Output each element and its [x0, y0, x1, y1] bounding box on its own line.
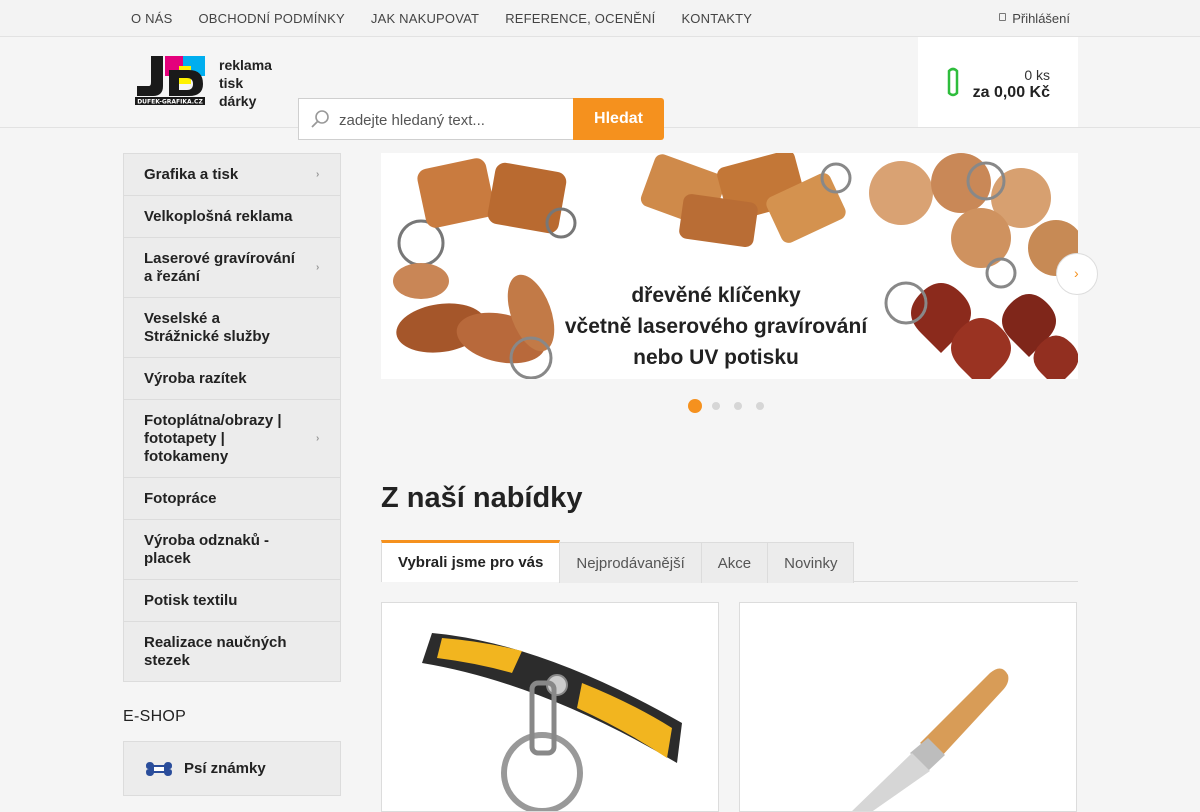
category-label: Výroba odznaků - placek	[144, 532, 270, 567]
slider-dots	[688, 399, 778, 413]
sidebar: Grafika a tisk › Velkoplošná reklama Lase…	[123, 153, 341, 796]
logo[interactable]: DUFEK-GRAFIKA.CZ reklama tisk dárky	[135, 56, 285, 110]
logo-small-text: DUFEK-GRAFIKA.CZ	[137, 99, 203, 106]
category-label: Realizace naučných stezek	[144, 634, 287, 669]
banner-line-3: nebo UV potisku	[633, 346, 799, 369]
nav-link-kontakty[interactable]: KONTAKTY	[668, 11, 765, 26]
cart-widget[interactable]: 0 ks za 0,00 Kč	[918, 37, 1078, 127]
tab-novinky[interactable]: Novinky	[767, 542, 855, 583]
category-velkoplosna-reklama[interactable]: Velkoplošná reklama	[124, 196, 340, 238]
chevron-right-icon: ›	[1074, 265, 1079, 281]
chevron-right-icon: ›	[316, 432, 320, 444]
search-form: Hledat	[298, 98, 664, 140]
logo-line-1: reklama	[219, 57, 272, 73]
category-label: Veselské a Strážnické služby	[144, 310, 270, 345]
category-label: Fotoplátna/obrazy | fototapety | fotokam…	[144, 412, 282, 465]
cart-count: 0 ks	[1024, 67, 1050, 83]
category-label: Výroba razítek	[144, 370, 247, 387]
category-list: Grafika a tisk › Velkoplošná reklama Lase…	[123, 153, 341, 682]
product-card[interactable]	[739, 602, 1077, 812]
category-label: Fotopráce	[144, 490, 217, 507]
eshop-item-psi-znamky[interactable]: Psí známky	[123, 741, 341, 796]
category-label: Laserové gravírování a řezání	[144, 250, 295, 285]
category-label: Velkoplošná reklama	[144, 208, 293, 225]
login-label: Přihlášení	[1012, 10, 1070, 26]
category-laserove-gravirovani[interactable]: Laserové gravírování a řezání ›	[124, 238, 340, 298]
tab-vybrali-jsme[interactable]: Vybrali jsme pro vás	[381, 540, 561, 582]
search-box	[298, 98, 574, 140]
nav-link-jak-nakupovat[interactable]: JAK NAKUPOVAT	[358, 11, 492, 26]
logo-line-2: tisk	[219, 75, 244, 91]
category-grafika-a-tisk[interactable]: Grafika a tisk ›	[124, 154, 340, 196]
slider-dot-2[interactable]	[712, 402, 720, 410]
chevron-right-icon: ›	[316, 261, 320, 273]
category-veselske-sluzby[interactable]: Veselské a Strážnické služby	[124, 298, 340, 358]
lock-icon	[999, 13, 1007, 21]
section-title: Z naší nabídky	[381, 482, 583, 514]
search-button[interactable]: Hledat	[573, 98, 664, 140]
cart-price: za 0,00 Kč	[972, 84, 1050, 101]
slider-dot-4[interactable]	[756, 402, 764, 410]
category-fotoprace[interactable]: Fotopráce	[124, 478, 340, 520]
eshop-heading: E-SHOP	[123, 708, 187, 725]
category-label: Grafika a tisk	[144, 166, 239, 183]
top-navigation: O NÁS OBCHODNÍ PODMÍNKY JAK NAKUPOVAT RE…	[118, 0, 765, 36]
chevron-right-icon: ›	[316, 168, 320, 180]
category-naucne-stezky[interactable]: Realizace naučných stezek	[124, 622, 340, 681]
offer-tabs: Vybrali jsme pro vás Nejprodávanější Akc…	[381, 540, 1078, 583]
category-vyroba-razitek[interactable]: Výroba razítek	[124, 358, 340, 400]
knife-image	[852, 668, 1009, 811]
product-card[interactable]	[381, 602, 719, 812]
login-link[interactable]: Přihlášení	[999, 0, 1070, 36]
cart-icon	[947, 67, 959, 97]
banner-line-1: dřevěné klíčenky	[631, 284, 801, 307]
logo-text: reklama tisk dárky	[219, 56, 272, 110]
slider-dot-1[interactable]	[688, 399, 702, 413]
category-label: Potisk textilu	[144, 592, 238, 609]
nav-link-reference[interactable]: REFERENCE, OCENĚNÍ	[492, 11, 668, 26]
dog-collar-image	[422, 633, 682, 811]
banner-slide[interactable]: dřevěné klíčenky včetně laserového graví…	[381, 153, 1078, 379]
logo-line-3: dárky	[219, 93, 257, 109]
banner-line-2: včetně laserového gravírování	[564, 315, 868, 338]
tab-nejprodavanejsi[interactable]: Nejprodávanější	[559, 542, 702, 583]
category-potisk-textilu[interactable]: Potisk textilu	[124, 580, 340, 622]
search-icon	[311, 110, 329, 128]
slider-dot-3[interactable]	[734, 402, 742, 410]
logo-mark: DUFEK-GRAFIKA.CZ	[135, 56, 205, 106]
top-bar: O NÁS OBCHODNÍ PODMÍNKY JAK NAKUPOVAT RE…	[0, 0, 1200, 37]
dog-tag-icon	[146, 762, 172, 776]
category-fotoplatna[interactable]: Fotoplátna/obrazy | fototapety | fotokam…	[124, 400, 340, 478]
category-vyroba-odznaku[interactable]: Výroba odznaků - placek	[124, 520, 340, 580]
eshop-item-label: Psí známky	[184, 760, 266, 777]
tab-akce[interactable]: Akce	[700, 542, 769, 583]
nav-link-o-nas[interactable]: O NÁS	[118, 11, 185, 26]
nav-link-obchodni-podminky[interactable]: OBCHODNÍ PODMÍNKY	[185, 11, 357, 26]
slider-next-button[interactable]: ›	[1056, 253, 1098, 295]
banner-text: dřevěné klíčenky včetně laserového graví…	[531, 280, 901, 373]
search-input[interactable]	[339, 109, 559, 131]
